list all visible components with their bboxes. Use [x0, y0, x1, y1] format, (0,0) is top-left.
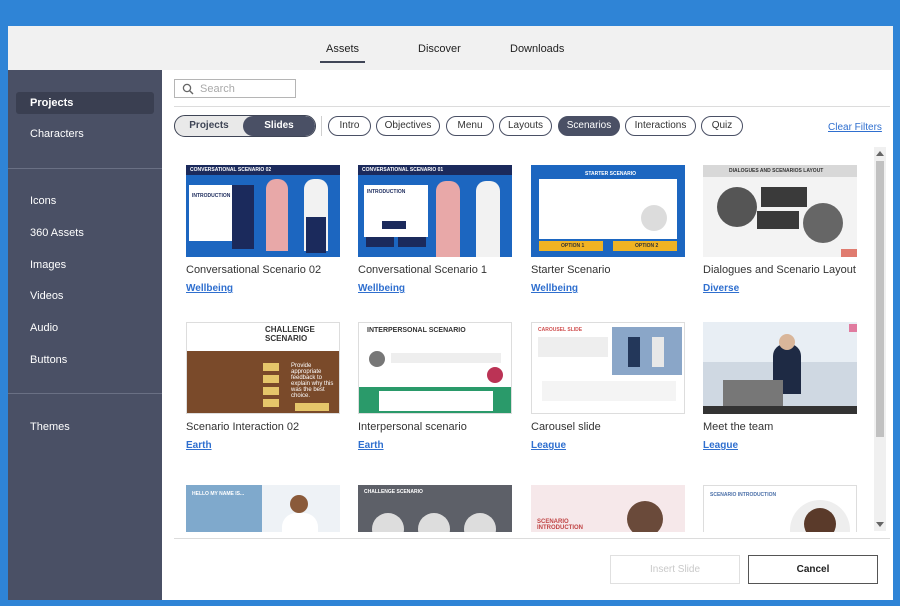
search-icon: [182, 83, 194, 95]
slide-title: Scenario Interaction 02: [186, 421, 300, 433]
filter-chip-interactions[interactable]: Interactions: [625, 116, 696, 136]
tab-discover[interactable]: Discover: [418, 43, 461, 55]
thumb-text: INTERPERSONAL SCENARIO: [367, 327, 466, 334]
slide-thumbnail[interactable]: SCENARIO INTRODUCTION: [703, 485, 857, 532]
slide-theme-link[interactable]: League: [703, 440, 738, 451]
search-input[interactable]: [200, 81, 290, 96]
sidebar-item-characters[interactable]: Characters: [16, 123, 154, 145]
tab-assets[interactable]: Assets: [319, 43, 366, 63]
thumb-text: INTRODUCTION: [367, 189, 406, 195]
assets-dialog: Assets Discover Downloads Projects Chara…: [8, 26, 893, 600]
sidebar-item-themes[interactable]: Themes: [16, 416, 154, 438]
scroll-up-icon[interactable]: [876, 151, 884, 156]
slide-thumbnail[interactable]: CONVERSATIONAL SCENARIO 02 INTRODUCTION: [186, 165, 340, 257]
top-tab-bar: Assets Discover Downloads: [8, 26, 893, 70]
slide-title: Conversational Scenario 1: [358, 264, 488, 276]
slide-thumbnail[interactable]: [703, 322, 857, 414]
sidebar-item-icons[interactable]: Icons: [16, 190, 154, 212]
filter-chip-scenarios[interactable]: Scenarios: [558, 116, 620, 136]
insert-slide-button[interactable]: Insert Slide: [610, 555, 740, 584]
projects-slides-toggle[interactable]: Projects Slides: [174, 115, 316, 137]
slide-thumbnail[interactable]: CHALLENGE SCENARIO: [358, 485, 512, 532]
slide-theme-link[interactable]: Diverse: [703, 283, 739, 294]
slide-theme-link[interactable]: League: [531, 440, 566, 451]
toggle-slides[interactable]: Slides: [243, 116, 315, 136]
filter-chip-menu[interactable]: Menu: [446, 116, 494, 136]
scroll-down-icon[interactable]: [876, 522, 884, 527]
tab-downloads[interactable]: Downloads: [510, 43, 564, 55]
thumb-text: STARTER SCENARIO: [585, 171, 637, 177]
thumb-text: SCENARIO INTRODUCTION: [537, 519, 583, 531]
thumb-text: CONVERSATIONAL SCENARIO 01: [362, 167, 444, 173]
thumb-text: CHALLENGE SCENARIO: [364, 489, 423, 495]
slide-theme-link[interactable]: Earth: [358, 440, 384, 451]
sidebar-item-projects[interactable]: Projects: [16, 92, 154, 114]
search-box[interactable]: [174, 79, 296, 98]
sidebar-divider: [8, 393, 162, 394]
slide-thumbnail[interactable]: INTERPERSONAL SCENARIO: [358, 322, 512, 414]
thumb-text: CAROUSEL SLIDE: [538, 327, 583, 333]
clear-filters-link[interactable]: Clear Filters: [828, 122, 882, 133]
toggle-projects[interactable]: Projects: [175, 116, 243, 136]
thumb-text: OPTION 2: [635, 243, 659, 249]
sidebar-item-videos[interactable]: Videos: [16, 285, 154, 307]
thumb-text: HELLO MY NAME IS...: [192, 491, 245, 497]
filter-chip-objectives[interactable]: Objectives: [376, 116, 440, 136]
filter-chip-quiz[interactable]: Quiz: [701, 116, 743, 136]
thumb-text: OPTION 1: [561, 243, 585, 249]
thumb-text: CONVERSATIONAL SCENARIO 02: [190, 167, 272, 173]
slide-thumbnail[interactable]: SCENARIO INTRODUCTION: [531, 485, 685, 532]
sidebar-divider: [8, 168, 162, 169]
sidebar-item-buttons[interactable]: Buttons: [16, 349, 154, 371]
divider: [321, 116, 322, 136]
slide-grid: CONVERSATIONAL SCENARIO 02 INTRODUCTION …: [174, 146, 874, 532]
sidebar-item-images[interactable]: Images: [16, 254, 154, 276]
slide-title: Meet the team: [703, 421, 774, 433]
filter-chip-layouts[interactable]: Layouts: [499, 116, 552, 136]
thumb-text: INTRODUCTION: [192, 193, 231, 199]
slide-theme-link[interactable]: Wellbeing: [186, 283, 233, 294]
slide-title: Dialogues and Scenario Layout: [703, 264, 856, 276]
divider: [174, 538, 890, 539]
slide-thumbnail[interactable]: CAROUSEL SLIDE: [531, 322, 685, 414]
grid-scrollbar[interactable]: [874, 147, 886, 531]
slide-title: Interpersonal scenario: [358, 421, 467, 433]
slide-theme-link[interactable]: Earth: [186, 440, 212, 451]
slide-thumbnail[interactable]: STARTER SCENARIO OPTION 1 OPTION 2: [531, 165, 685, 257]
sidebar-item-360-assets[interactable]: 360 Assets: [16, 222, 154, 244]
thumb-text: SCENARIO INTRODUCTION: [710, 492, 777, 498]
sidebar-item-audio[interactable]: Audio: [16, 317, 154, 339]
slide-theme-link[interactable]: Wellbeing: [358, 283, 405, 294]
slide-title: Carousel slide: [531, 421, 601, 433]
slide-thumbnail[interactable]: CONVERSATIONAL SCENARIO 01 INTRODUCTION: [358, 165, 512, 257]
slide-thumbnail[interactable]: CHALLENGE SCENARIO Provide appropriate f…: [186, 322, 340, 414]
thumb-text: CHALLENGE SCENARIO: [265, 325, 315, 343]
slide-thumbnail[interactable]: DIALOGUES AND SCENARIOS LAYOUT: [703, 165, 857, 257]
cancel-button[interactable]: Cancel: [748, 555, 878, 584]
slide-thumbnail[interactable]: HELLO MY NAME IS...: [186, 485, 340, 532]
thumb-text: Provide appropriate feedback to explain …: [291, 363, 334, 399]
filter-chip-intro[interactable]: Intro: [328, 116, 371, 136]
divider: [174, 106, 890, 107]
scrollbar-thumb[interactable]: [876, 161, 884, 437]
thumb-text: DIALOGUES AND SCENARIOS LAYOUT: [729, 168, 824, 174]
slide-title: Starter Scenario: [531, 264, 611, 276]
slide-title: Conversational Scenario 02: [186, 264, 322, 276]
slide-theme-link[interactable]: Wellbeing: [531, 283, 578, 294]
sidebar: Projects Characters Icons 360 Assets Ima…: [8, 70, 162, 600]
